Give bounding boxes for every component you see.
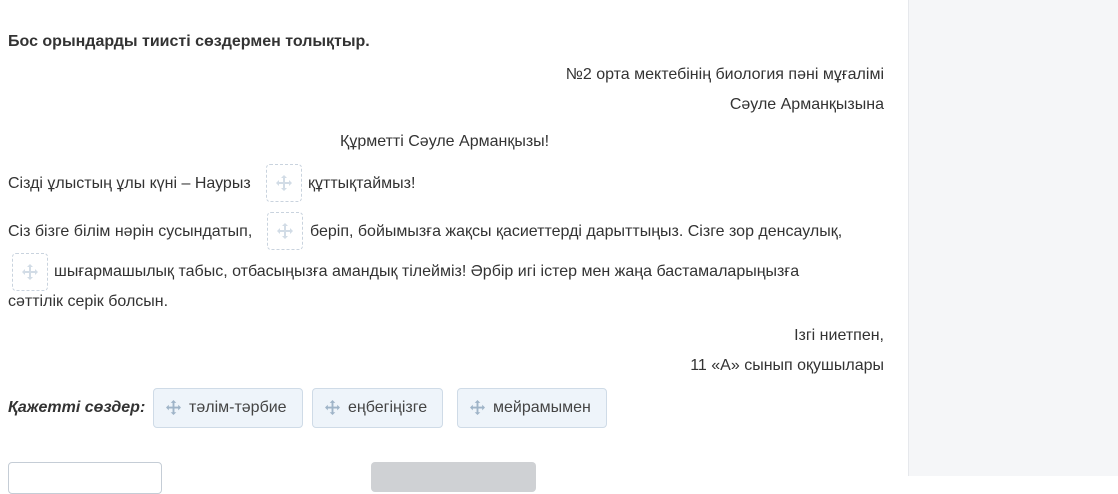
recipient-line-2: Сәуле Арманқызына [729,96,884,113]
drop-zone-3[interactable] [12,253,48,291]
secondary-button[interactable] [8,462,162,494]
move-arrows-icon [277,223,293,239]
closing-line-2: 11 «А» сынып оқушылары [690,357,884,374]
recipient-line-1: №2 орта мектебінің биология пәні мұғалім… [565,66,884,83]
right-side-panel [908,0,1118,476]
word-chip-3[interactable]: мейрамымен [457,388,607,428]
paragraph-3-after: шығармашылық табыс, отбасыңызға амандық … [54,263,800,280]
drop-zone-2[interactable] [267,212,303,250]
submit-button[interactable] [371,462,536,492]
word-chip-label: тәлім-тәрбие [189,399,287,416]
move-arrows-icon [470,400,485,415]
word-chip-1[interactable]: тәлім-тәрбие [153,388,303,428]
move-arrows-icon [22,264,38,280]
paragraph-2-after: беріп, бойымызға жақсы қасиеттерді дарыт… [310,223,843,240]
paragraph-1-before: Сізді ұлыстың ұлы күні – Наурыз [8,175,251,192]
word-chip-label: еңбегіңізге [348,399,428,416]
move-arrows-icon [166,400,181,415]
paragraph-2-before: Сіз бізге білім нәрін сусындатып, [8,223,253,240]
word-chip-2[interactable]: еңбегіңізге [312,388,444,428]
move-arrows-icon [325,400,340,415]
word-chip-label: мейрамымен [493,399,591,416]
paragraph-4: сәттілік серік болсын. [8,293,169,310]
instruction-text: Бос орындарды тиисті сөздермен толықтыр. [8,33,370,50]
word-bank-label: Қажетті сөздер: [8,399,146,416]
letter-greeting: Құрметті Сәуле Арманқызы! [340,133,550,150]
move-arrows-icon [276,175,292,191]
drop-zone-1[interactable] [266,164,302,202]
paragraph-1-after: құттықтаймыз! [308,175,416,192]
closing-line-1: Ізгі ниетпен, [794,327,884,344]
